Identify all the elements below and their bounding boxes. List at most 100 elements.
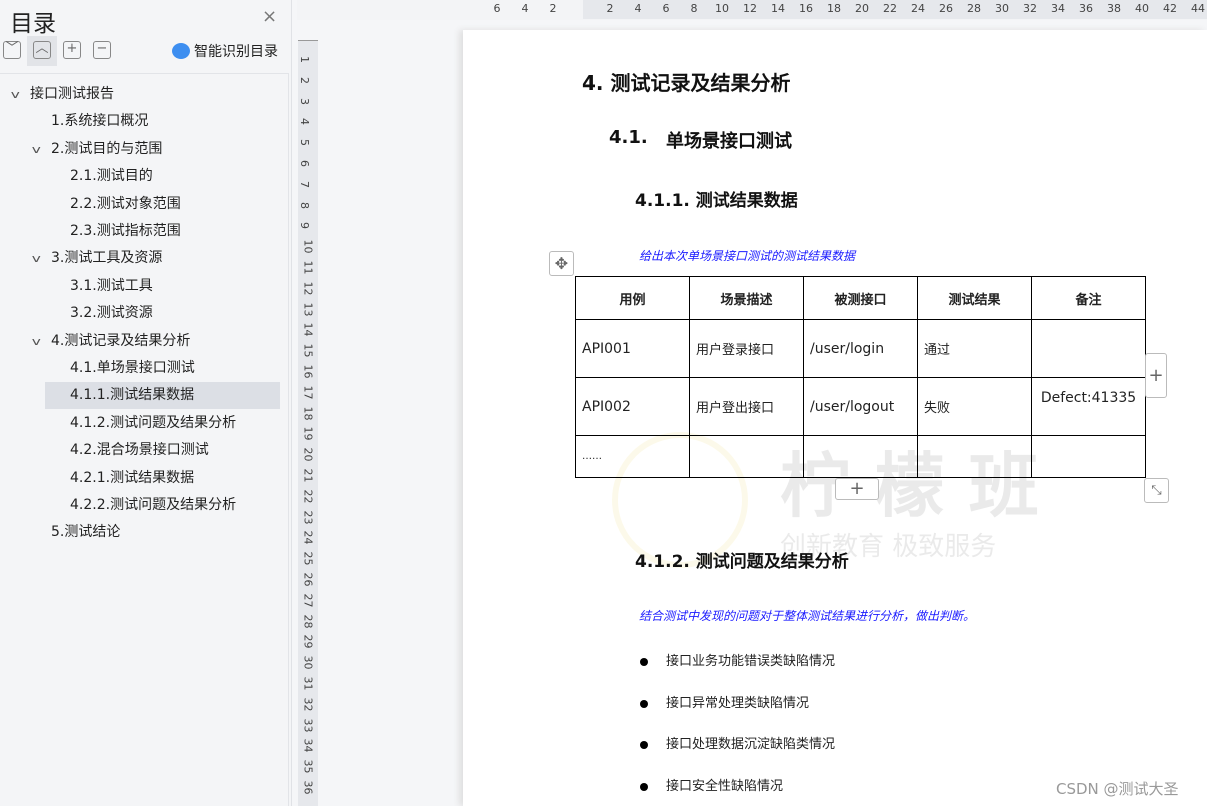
ruler-tick-label: 20: [855, 2, 869, 15]
toc-item[interactable]: 2.3.测试指标范围: [70, 218, 181, 245]
toc-item[interactable]: 4.2.1.测试结果数据: [70, 465, 194, 492]
ruler-tick-label: 35: [301, 759, 315, 774]
chevron-down-icon[interactable]: v: [11, 81, 20, 108]
toc-item[interactable]: 4.1.单场景接口测试: [70, 355, 195, 382]
toc-tree: v 接口测试报告 1.系统接口概况 v 2.测试目的与范围 2.1.测试目的 2.2.测试对…: [0, 73, 289, 806]
toc-item-label: 4.2.1.测试结果数据: [70, 469, 195, 486]
toc-item[interactable]: 4.1.2.测试问题及结果分析: [70, 410, 236, 437]
ruler-tick-label: 30: [995, 2, 1009, 15]
ruler-tick-label: 4: [298, 118, 311, 126]
ruler-tick-label: 10: [715, 2, 729, 15]
ruler-tick-label: 12: [301, 281, 315, 296]
ruler-tick-label: 6: [493, 2, 501, 15]
toc-item-label: 4.2.2.测试问题及结果分析: [70, 497, 237, 513]
cell[interactable]: 用户登录接口: [689, 319, 804, 378]
results-table: 用例 场景描述 被测接口 测试结果 备注 API001 用户登录接口 /user…: [575, 276, 1146, 478]
toc-item-label: 4.1.2.测试问题及结果分析: [70, 414, 237, 431]
ruler-tick-label: 5: [298, 139, 311, 147]
ruler-tick-label: 6: [662, 2, 670, 15]
smart-toc-button[interactable]: 智能识别目录: [172, 41, 278, 61]
ruler-tick-label: 10: [301, 239, 315, 254]
cell[interactable]: ……: [575, 435, 690, 478]
table-row: API002 用户登出接口 /user/logout 失败 Defect:413…: [575, 377, 1146, 436]
cell[interactable]: 用户登出接口: [689, 377, 804, 436]
ruler-tick-label: 27: [301, 593, 315, 608]
remove-level-button[interactable]: −: [93, 41, 111, 59]
toc-item[interactable]: 4.2.混合场景接口测试: [70, 437, 209, 464]
ruler-tick-label: 28: [967, 2, 981, 15]
toc-item-label: 3.测试工具及资源: [51, 250, 163, 267]
bullet-icon: [640, 740, 648, 749]
toc-item[interactable]: 1.系统接口概况: [51, 108, 148, 135]
cell[interactable]: API002: [575, 377, 690, 436]
toc-item-label: 3.2.测试资源: [70, 305, 153, 322]
ruler-tick-label: 33: [301, 718, 315, 733]
ruler-tick-label: 18: [301, 406, 315, 421]
cell[interactable]: [803, 435, 918, 478]
expand-all-button[interactable]: ﹀: [3, 41, 21, 59]
cell[interactable]: /user/login: [803, 319, 918, 378]
cell[interactable]: [689, 435, 804, 478]
resize-table-icon[interactable]: ⤡: [1144, 478, 1169, 503]
toc-item-label: 5.测试结论: [51, 524, 121, 541]
ruler-tick-label: 36: [1079, 2, 1093, 15]
toc-item-label: 2.2.测试对象范围: [70, 195, 181, 212]
header-cell: 被测接口: [803, 276, 918, 320]
heading-2: 单场景接口测试: [666, 131, 792, 152]
cell[interactable]: Defect:41335: [1031, 377, 1146, 436]
chevron-down-icon[interactable]: v: [32, 245, 41, 272]
ruler-tick-label: 2: [298, 76, 311, 84]
toc-item[interactable]: 5.测试结论: [51, 519, 120, 546]
ruler-tick-label: 38: [1107, 2, 1121, 15]
toc-item-label: 4.2.混合场景接口测试: [70, 442, 209, 459]
toc-item[interactable]: v 4.测试记录及结果分析: [32, 328, 191, 355]
horizontal-ruler[interactable]: 6 4 2 2 4 6 8 10 12 14 16 18 20 22 24 26 28 30 32 34 36 38 40 4…: [297, 0, 1207, 20]
add-column-button[interactable]: +: [1145, 353, 1167, 398]
vertical-ruler[interactable]: 1 2 3 4 5 6 7 8 9 10 11 12 13 14 15 16 17 18 19 20 21 22 23 24 2…: [298, 40, 318, 806]
toc-item[interactable]: v 2.测试目的与范围: [32, 136, 163, 163]
ruler-tick-label: 29: [301, 634, 315, 649]
bullet-icon: [640, 657, 648, 666]
heading-2-number: 4.1.: [609, 127, 648, 148]
ruler-tick-label: 21: [301, 468, 315, 483]
ruler-tick-label: 34: [1051, 2, 1065, 15]
cell[interactable]: [917, 435, 1032, 478]
toc-item[interactable]: 4.2.2.测试问题及结果分析: [70, 492, 236, 519]
toc-item[interactable]: 2.1.测试目的: [70, 163, 153, 190]
chevron-down-icon[interactable]: v: [32, 328, 41, 355]
add-level-button[interactable]: +: [63, 41, 81, 59]
toc-item[interactable]: 2.2.测试对象范围: [70, 191, 181, 218]
cell[interactable]: [1031, 435, 1146, 478]
header-cell: 备注: [1031, 276, 1146, 320]
toc-item[interactable]: v 3.测试工具及资源: [32, 245, 163, 272]
toc-sidebar: 目录 × ﹀ ︿ + − 智能识别目录 v 接口测试报告 1.系统接口概况 v 2.测试…: [0, 0, 292, 806]
ruler-tick-label: 25: [301, 551, 315, 566]
ruler-tick-label: 14: [301, 322, 315, 337]
toc-item[interactable]: 3.1.测试工具: [70, 273, 153, 300]
list-item: 接口业务功能错误类缺陷情况: [640, 650, 835, 669]
smart-toc-label: 智能识别目录: [194, 44, 278, 60]
cell[interactable]: 通过: [917, 319, 1032, 378]
toc-item-label: 4.测试记录及结果分析: [51, 332, 191, 349]
toc-item[interactable]: v 接口测试报告: [11, 81, 114, 108]
list-item: 接口安全性缺陷情况: [640, 775, 783, 794]
add-row-button[interactable]: +: [835, 478, 879, 500]
bullet-icon: [640, 782, 648, 791]
ruler-tick-label: 32: [301, 697, 315, 712]
toc-item[interactable]: 3.2.测试资源: [70, 300, 153, 327]
ruler-tick-label: 20: [301, 447, 315, 462]
chevron-down-icon[interactable]: v: [32, 136, 41, 163]
ruler-tick-label: 2: [549, 2, 557, 15]
collapse-all-button[interactable]: ︿: [33, 41, 51, 59]
cell[interactable]: [1031, 319, 1146, 378]
close-icon[interactable]: ×: [262, 6, 277, 27]
ruler-tick-label: 8: [298, 201, 311, 209]
cell[interactable]: /user/logout: [803, 377, 918, 436]
move-table-icon[interactable]: ✥: [549, 251, 574, 276]
ruler-tick-label: 23: [301, 510, 315, 525]
cell[interactable]: API001: [575, 319, 690, 378]
toc-item[interactable]: 4.1.1.测试结果数据: [45, 382, 280, 410]
csdn-credit: CSDN @测试大圣: [1056, 780, 1179, 798]
ruler-tick-label: 26: [301, 572, 315, 587]
cell[interactable]: 失败: [917, 377, 1032, 436]
